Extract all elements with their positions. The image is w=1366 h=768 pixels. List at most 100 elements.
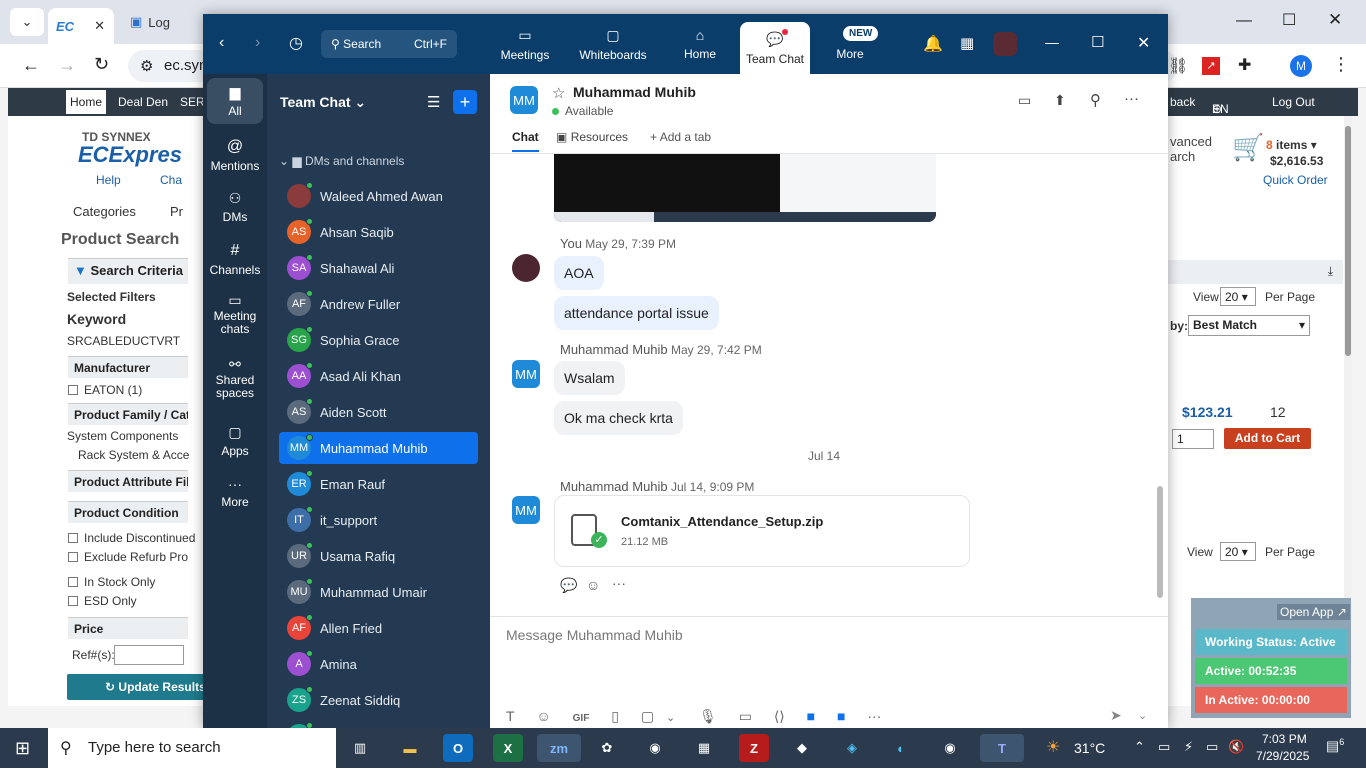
- cart-summary[interactable]: 8 items ▾: [1266, 138, 1317, 152]
- categories-menu[interactable]: Categories: [73, 204, 136, 219]
- emoji-icon[interactable]: ☺: [536, 708, 550, 724]
- more-options-icon[interactable]: ···: [1124, 90, 1139, 107]
- tab-whiteboards[interactable]: ▢ Whiteboards: [573, 14, 653, 74]
- product-condition-header[interactable]: Product Condition: [68, 501, 188, 523]
- exclude-refurb[interactable]: Exclude Refurb Pro: [68, 550, 188, 564]
- sort-select[interactable]: Best Match ▾: [1188, 315, 1310, 336]
- profile-avatar[interactable]: M: [1290, 55, 1312, 77]
- advanced-search-link[interactable]: vanced arch: [1170, 134, 1212, 164]
- add-to-cart-button[interactable]: Add to Cart: [1224, 428, 1311, 449]
- menu-icon[interactable]: ⋮: [1332, 54, 1350, 75]
- teams-icon[interactable]: T: [980, 734, 1024, 762]
- rail-shared-spaces[interactable]: ⚯ Shared spaces: [207, 357, 263, 400]
- product-attribute-header[interactable]: Product Attribute Filte: [68, 470, 188, 492]
- file-name[interactable]: Comtanix_Attendance_Setup.zip: [621, 514, 823, 529]
- video-message-icon[interactable]: ▭: [739, 708, 752, 724]
- maximize-icon[interactable]: ☐: [1282, 10, 1296, 30]
- contact-item[interactable]: AS Ahsan Saqib: [279, 216, 478, 248]
- windows-start-icon[interactable]: ⊞: [15, 738, 30, 759]
- contact-item[interactable]: Waleed Ahmed Awan: [279, 180, 478, 212]
- tab-team-chat[interactable]: 💬 Team Chat: [740, 22, 810, 74]
- checkbox[interactable]: [68, 577, 78, 587]
- volume-icon[interactable]: 🔇: [1228, 739, 1244, 755]
- contact-item[interactable]: AA Asad Ali Khan: [279, 360, 478, 392]
- compose-button[interactable]: +: [453, 90, 477, 114]
- contact-item[interactable]: UR Usama Rafiq: [279, 540, 478, 572]
- section-header[interactable]: ⌄ ▆ DMs and channels: [279, 154, 404, 168]
- chrome-icon[interactable]: ◉: [640, 734, 670, 762]
- close-icon[interactable]: ✕: [1328, 10, 1342, 30]
- contact-item[interactable]: AF Allen Fried: [279, 612, 478, 644]
- send-options-icon[interactable]: ⌄: [1138, 709, 1147, 722]
- rail-more[interactable]: ··· More: [207, 476, 263, 509]
- contact-item[interactable]: SA Shahawal Ali: [279, 252, 478, 284]
- contact-item[interactable]: AS Aiden Scott: [279, 396, 478, 428]
- chat-link[interactable]: Cha: [160, 173, 182, 187]
- message-bubble[interactable]: Wsalam: [554, 361, 625, 395]
- tab-chat[interactable]: Chat: [512, 130, 539, 152]
- history-icon[interactable]: ◷: [289, 33, 303, 53]
- clock-time[interactable]: 7:03 PM: [1262, 732, 1307, 746]
- rail-meeting-chats[interactable]: ▭ Meeting chats: [207, 293, 263, 336]
- contact-item[interactable]: MU Muhammad Umair: [279, 576, 478, 608]
- calculator-icon[interactable]: ▦: [689, 734, 719, 762]
- contact-item[interactable]: IT it_support: [279, 504, 478, 536]
- contact-item[interactable]: ER Eman Rauf: [279, 468, 478, 500]
- reload-icon[interactable]: ↻: [94, 54, 109, 75]
- file-attachment[interactable]: ✓ Comtanix_Attendance_Setup.zip 21.12 MB: [554, 495, 970, 567]
- rail-channels[interactable]: # Channels: [207, 242, 263, 277]
- checkbox[interactable]: [68, 533, 78, 543]
- help-link[interactable]: Help: [96, 173, 121, 187]
- app-icon[interactable]: ◆: [787, 734, 817, 762]
- tab-resources[interactable]: ▣ Resources: [556, 130, 628, 144]
- checkbox[interactable]: [68, 596, 78, 606]
- chevron-down-icon[interactable]: ⌄: [666, 712, 675, 724]
- include-discontinued[interactable]: Include Discontinued: [68, 531, 195, 545]
- update-results-button[interactable]: ↻ Update Results: [67, 674, 207, 700]
- tray-chevron-icon[interactable]: ⌃: [1134, 739, 1145, 755]
- tab-meetings[interactable]: ▭ Meetings: [495, 14, 555, 74]
- contact-item[interactable]: MM Muhammad Muhib: [279, 432, 478, 464]
- minimize-icon[interactable]: —: [1236, 12, 1252, 30]
- emoji-icon[interactable]: ☺: [586, 577, 600, 593]
- chat-scrollbar[interactable]: [1156, 156, 1164, 602]
- temperature[interactable]: 31°C: [1074, 740, 1105, 756]
- product-family-header[interactable]: Product Family / Categ: [68, 403, 188, 425]
- taskbar-search[interactable]: ⚲ Type here to search: [48, 728, 336, 768]
- forward-icon[interactable]: ›: [255, 34, 260, 52]
- qty-input[interactable]: 1: [1172, 429, 1214, 449]
- quick-order-link[interactable]: Quick Order: [1263, 173, 1328, 187]
- list-title[interactable]: Team Chat ⌄: [280, 94, 366, 111]
- app-icon-2[interactable]: ■: [837, 708, 845, 724]
- chrome-icon[interactable]: ◉: [935, 734, 965, 762]
- tab-add[interactable]: + Add a tab: [650, 130, 711, 144]
- contact-item[interactable]: SG Sophia Grace: [279, 324, 478, 356]
- per-page-select[interactable]: 20 ▾: [1220, 287, 1256, 306]
- message-bubble[interactable]: attendance portal issue: [554, 296, 719, 330]
- tab-ec[interactable]: EC ✕: [48, 8, 114, 44]
- rack-system[interactable]: Rack System & Acce: [78, 448, 189, 462]
- rail-mentions[interactable]: @ Mentions: [207, 138, 263, 173]
- app-icon[interactable]: ✿: [592, 734, 622, 762]
- tray-icon[interactable]: ⚡: [1184, 739, 1193, 755]
- star-icon[interactable]: ☆: [552, 84, 565, 102]
- nav-ser[interactable]: SER: [180, 95, 205, 109]
- open-app-button[interactable]: Open App ↗: [1277, 604, 1350, 620]
- excel-icon[interactable]: X: [493, 734, 523, 762]
- file-explorer-icon[interactable]: ▬: [395, 734, 425, 762]
- back-icon[interactable]: ‹: [219, 34, 224, 52]
- minimize-icon[interactable]: —: [1045, 34, 1059, 50]
- send-icon[interactable]: ➤: [1110, 707, 1122, 724]
- checkbox[interactable]: [68, 552, 78, 562]
- outlook-icon[interactable]: O: [443, 734, 473, 762]
- maximize-icon[interactable]: ☐: [1091, 33, 1104, 51]
- message-input[interactable]: Message Muhammad Muhib: [506, 627, 1146, 687]
- nav-back[interactable]: back: [1170, 95, 1195, 109]
- download-icon[interactable]: ⤓: [1328, 264, 1333, 279]
- reply-icon[interactable]: 💬: [560, 577, 577, 594]
- rail-apps[interactable]: ▢ Apps: [207, 424, 263, 458]
- screenshot-icon[interactable]: ▢: [641, 708, 654, 724]
- contact-item[interactable]: ZS Zeenat Siddiq: [279, 684, 478, 716]
- screen-share-icon[interactable]: ⬆: [1054, 92, 1066, 109]
- mic-icon[interactable]: 🎙: [699, 708, 717, 724]
